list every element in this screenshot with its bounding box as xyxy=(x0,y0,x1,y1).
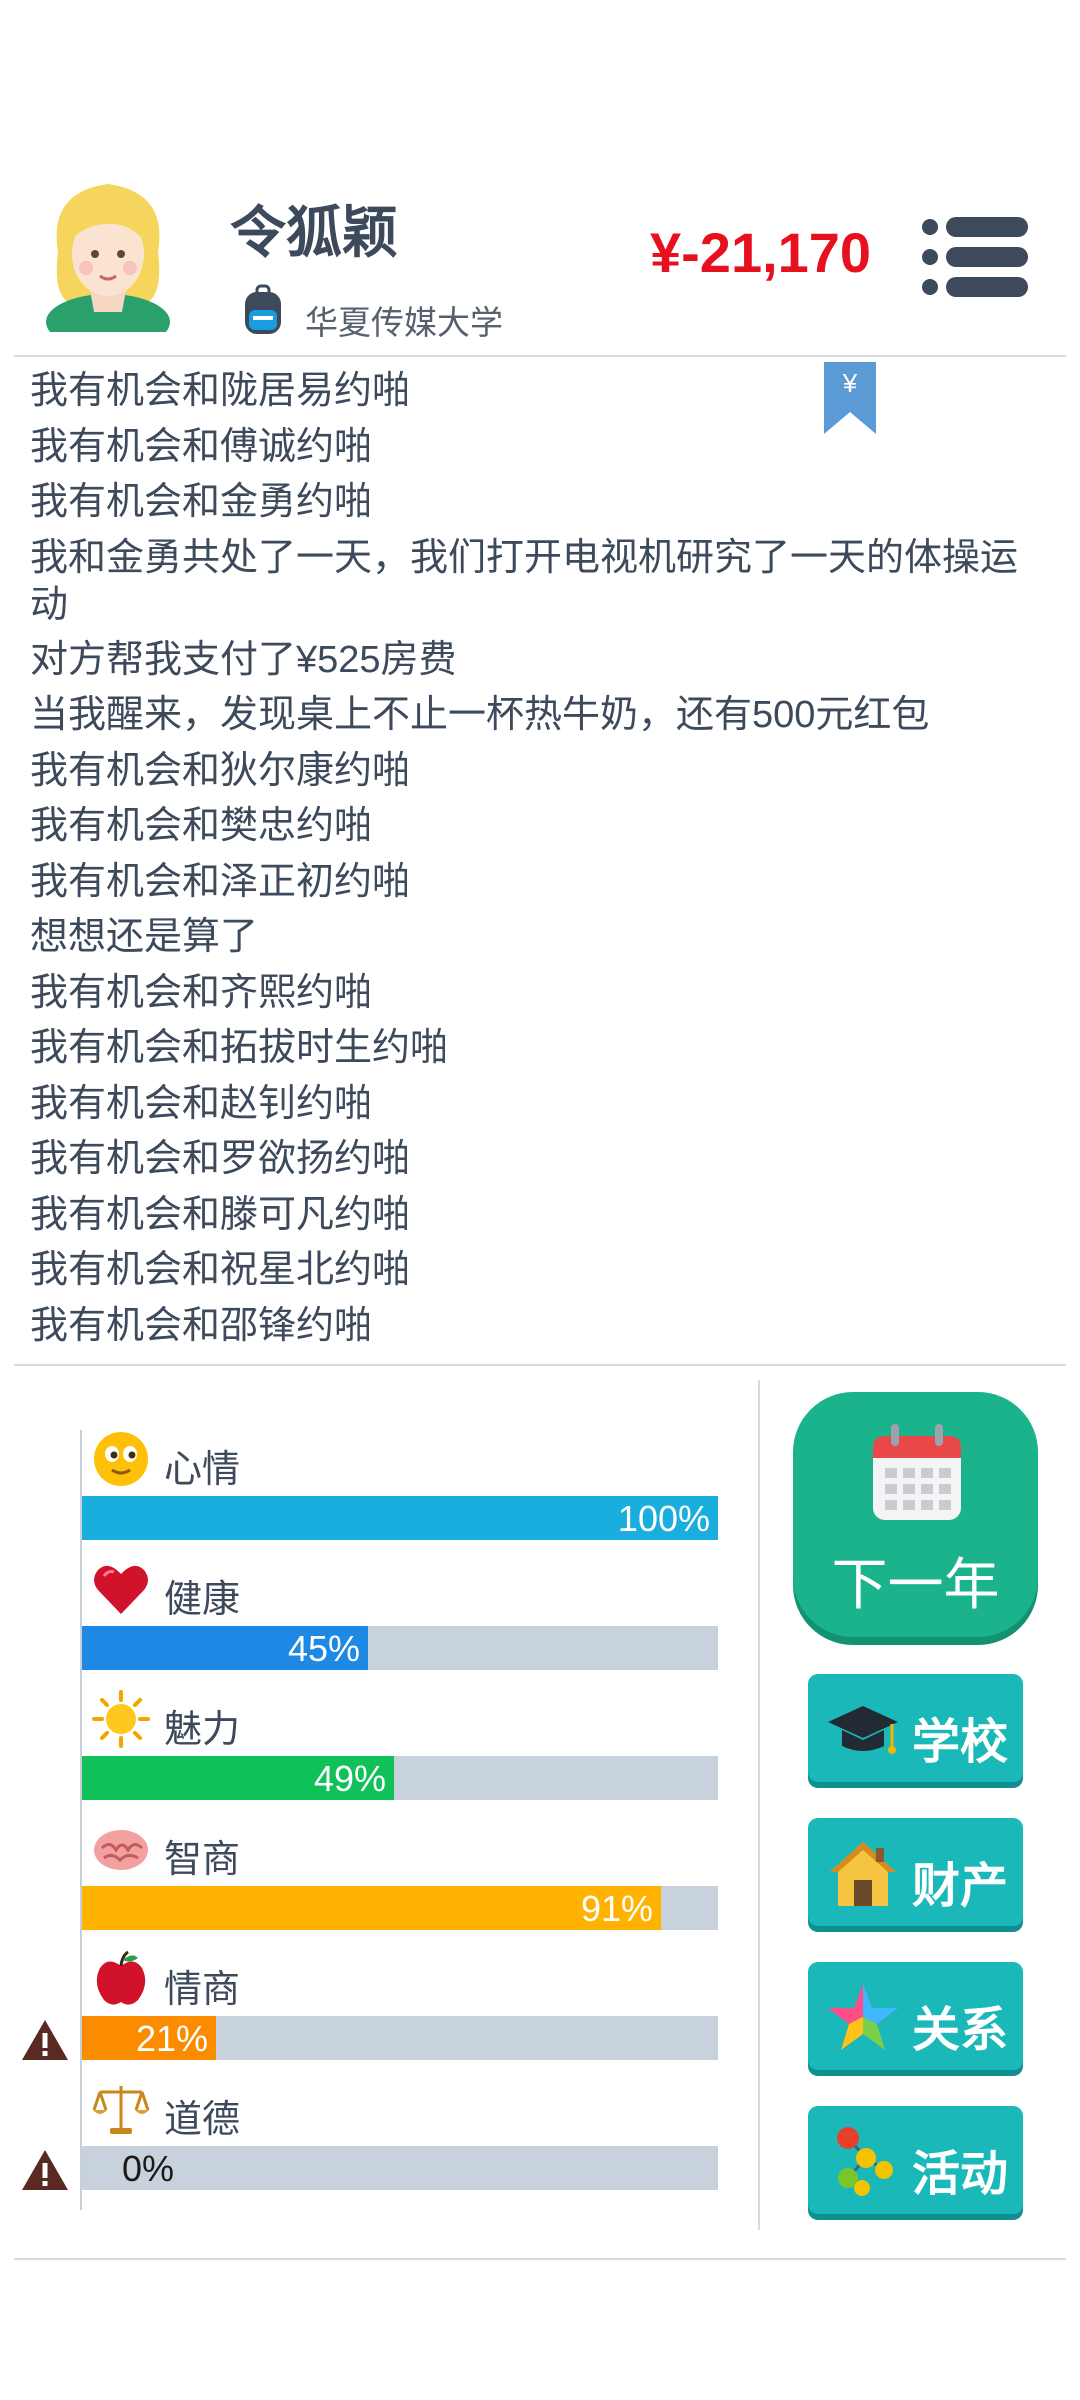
molecule-dots-icon xyxy=(837,2127,893,2196)
stat-label: 情商 xyxy=(164,1969,241,2011)
stat-label: 魅力 xyxy=(164,1709,241,1751)
house-icon xyxy=(830,1842,896,1906)
school-label: 学校 xyxy=(912,1716,1009,1769)
activities-label: 活动 xyxy=(912,2148,1009,2201)
log-line: 我有机会和罗欲扬约啪 xyxy=(30,1138,411,1180)
stat-bar: 49% xyxy=(82,1756,718,1800)
sun-icon xyxy=(92,1690,150,1748)
log-line: 我有机会和滕可凡约啪 xyxy=(30,1193,411,1236)
stat-bar: 0% xyxy=(82,2146,718,2190)
stats-axis-line xyxy=(80,1430,82,2210)
relations-label: 关系 xyxy=(912,2004,1009,2057)
scales-icon xyxy=(92,2086,150,2134)
property-label: 财产 xyxy=(912,1860,1009,1913)
stat-bar: 45% xyxy=(82,1626,718,1670)
stat-label: 智商 xyxy=(164,1839,241,1881)
stat-bar: 21% xyxy=(82,2016,718,2060)
log-line: 我有机会和傅诚约啪 xyxy=(30,425,373,468)
player-name: 令狐颖 xyxy=(230,201,398,264)
log-line: 我有机会和祝星北约啪 xyxy=(30,1249,411,1291)
next-year-label: 下一年 xyxy=(831,1553,1000,1616)
apple-icon xyxy=(96,1950,146,2005)
bottom-divider xyxy=(14,2258,1066,2260)
stat-value: 45% xyxy=(287,1628,360,1669)
stat-bar: 100% xyxy=(82,1496,718,1540)
profile-header: 令狐颖 华夏传媒大学 ¥-21,170 xyxy=(0,160,1080,355)
property-button[interactable]: 财产 xyxy=(808,1818,1023,1926)
avatar[interactable] xyxy=(38,172,178,332)
stat-label: 道德 xyxy=(164,2099,241,2141)
stat-value: 100% xyxy=(617,1498,710,1539)
backpack-icon xyxy=(245,284,281,334)
brain-icon xyxy=(94,1830,148,1870)
stat-value: 91% xyxy=(580,1888,653,1929)
warning-icon xyxy=(22,2150,68,2190)
log-line: 我和金勇共处了一天，我们打开电视机研究了一天的体操运动 xyxy=(30,536,1019,626)
log-line: 我有机会和樊忠约啪 xyxy=(30,805,373,847)
column-divider xyxy=(758,1380,760,2230)
warning-icon xyxy=(22,2020,68,2060)
smiley-face-icon xyxy=(94,1432,148,1486)
money-balance: ¥-21,170 xyxy=(650,221,872,284)
log-line: 我有机会和拓拔时生约啪 xyxy=(30,1027,449,1069)
stat-bar-fill xyxy=(82,1886,661,1930)
log-line: 我有机会和金勇约啪 xyxy=(30,481,373,523)
event-log: 我有机会和陇居易约啪 我有机会和傅诚约啪 我有机会和金勇约啪 我和金勇共处了一天… xyxy=(30,364,1040,1354)
star-icon xyxy=(828,1984,898,2050)
school-button[interactable]: 学校 xyxy=(808,1674,1023,1782)
activities-button[interactable]: 活动 xyxy=(808,2106,1023,2214)
stat-value: 0% xyxy=(122,2148,175,2189)
log-line: 对方帮我支付了¥525房费 xyxy=(30,638,457,681)
header-divider xyxy=(14,355,1066,357)
log-line: 我有机会和狄尔康约啪 xyxy=(30,749,411,792)
graduation-cap-icon xyxy=(828,1706,898,1754)
log-line: 我有机会和泽正初约啪 xyxy=(30,860,411,903)
heart-icon xyxy=(94,1565,148,1614)
school-name: 华夏传媒大学 xyxy=(305,304,503,341)
menu-icon[interactable] xyxy=(920,215,1030,299)
stat-label: 心情 xyxy=(164,1449,241,1491)
calendar-icon xyxy=(873,1424,961,1520)
log-line: 我有机会和齐熙约啪 xyxy=(30,971,373,1014)
stat-value: 21% xyxy=(135,2018,208,2059)
log-line: 我有机会和邵锋约啪 xyxy=(30,1304,373,1347)
bookmark-yen-icon[interactable]: ¥ xyxy=(822,362,878,436)
relations-button[interactable]: 关系 xyxy=(808,1962,1023,2070)
log-line: 想想还是算了 xyxy=(30,916,259,958)
stat-bar: 91% xyxy=(82,1886,718,1930)
log-divider xyxy=(14,1364,1066,1366)
next-year-button[interactable]: 下一年 xyxy=(793,1392,1038,1637)
log-line: 我有机会和陇居易约啪 xyxy=(30,370,411,412)
bookmark-symbol: ¥ xyxy=(842,368,858,398)
stat-label: 健康 xyxy=(164,1579,241,1621)
stat-value: 49% xyxy=(313,1758,386,1799)
log-line: 当我醒来，发现桌上不止一杯热牛奶，还有500元红包 xyxy=(30,694,930,736)
log-line: 我有机会和赵钊约啪 xyxy=(30,1082,373,1125)
